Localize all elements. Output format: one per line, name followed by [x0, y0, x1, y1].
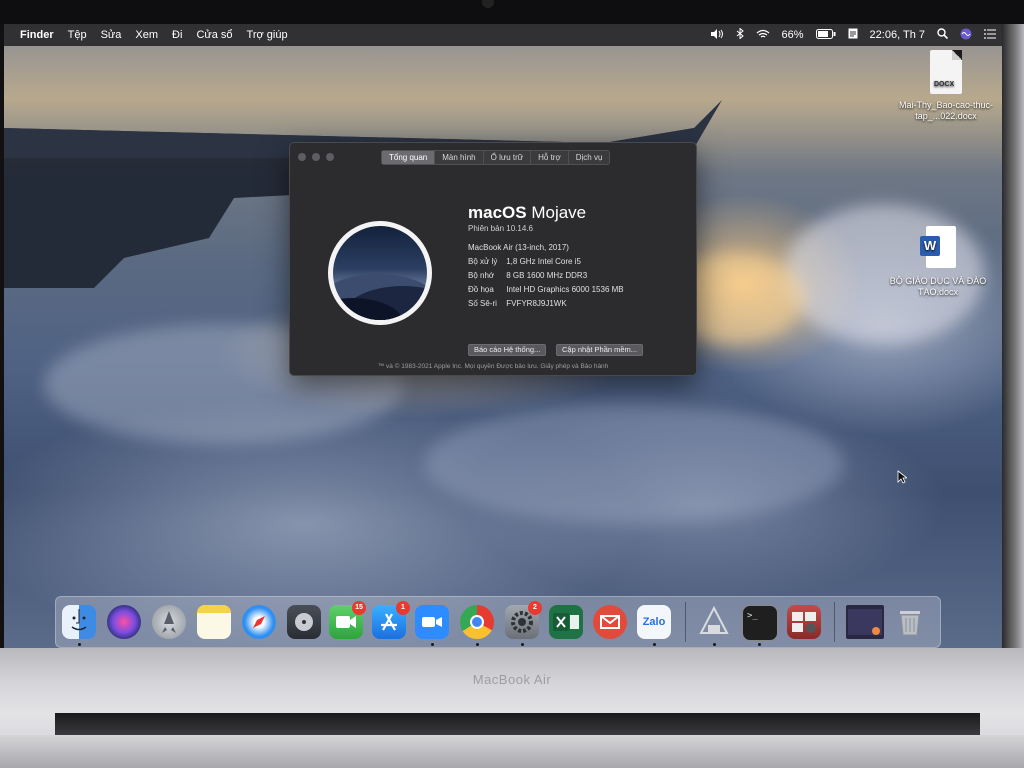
running-indicator-network-utility	[713, 643, 716, 646]
desktop-file-docx[interactable]: DOCX Mai-Thy_Bao-cao-thuc-tap_...022.doc…	[896, 50, 996, 122]
word-document-icon: W	[920, 226, 956, 270]
window-preview-icon[interactable]	[846, 605, 884, 639]
terminal-prompt: >_	[747, 611, 758, 621]
tab-storage[interactable]: Ổ lưu trữ	[484, 151, 532, 164]
menu-edit[interactable]: Sửa	[101, 29, 122, 41]
spec-key: Số Sê-ri	[468, 299, 497, 308]
running-indicator-finder	[78, 643, 81, 646]
menu-help[interactable]: Trợ giúp	[247, 29, 288, 41]
siri-icon[interactable]	[107, 605, 141, 639]
notes-icon[interactable]	[197, 605, 231, 639]
about-this-mac-window: Tổng quan Màn hình Ổ lưu trữ Hỗ trợ Dịch…	[289, 142, 697, 376]
os-name-light: Mojave	[531, 203, 587, 222]
zalo-icon[interactable]: Zalo	[637, 605, 671, 639]
os-name-bold: macOS	[468, 203, 527, 222]
tab-support[interactable]: Hỗ trợ	[531, 151, 569, 164]
wifi-icon[interactable]	[756, 29, 770, 42]
spec-serial: Số Sê-ri FVFYR8J9J1WK	[468, 299, 567, 308]
dock-separator	[685, 602, 686, 642]
wallpaper-cloud	[424, 404, 844, 524]
model-name: MacBook Air (13-inch, 2017)	[468, 243, 569, 252]
zoom-button[interactable]	[326, 153, 334, 161]
spec-value: 1,8 GHz Intel Core i5	[506, 257, 581, 266]
mouse-cursor	[897, 470, 907, 484]
menubar-clock[interactable]: 22:06, Th 7	[870, 29, 925, 41]
laptop-top-bezel	[0, 0, 1024, 24]
tab-service[interactable]: Dịch vụ	[569, 151, 610, 164]
system-preferences-badge: 2	[528, 601, 542, 615]
menu-app-name[interactable]: Finder	[20, 29, 54, 41]
tab-overview[interactable]: Tổng quan	[382, 151, 436, 164]
spec-value: Intel HD Graphics 6000 1536 MB	[506, 285, 624, 294]
desktop-screen: Finder Tệp Sửa Xem Đi Cửa sổ Trợ giúp 66…	[4, 24, 1002, 648]
search-icon[interactable]	[937, 28, 949, 42]
camera	[482, 0, 494, 8]
spec-processor: Bộ xử lý 1,8 GHz Intel Core i5	[468, 257, 581, 266]
menu-file[interactable]: Tệp	[68, 29, 87, 41]
battery-icon[interactable]	[815, 28, 836, 42]
launchpad-icon[interactable]	[152, 605, 186, 639]
menu-view[interactable]: Xem	[135, 29, 158, 41]
spec-key: Đồ họa	[468, 285, 494, 294]
spec-value: 8 GB 1600 MHz DDR3	[506, 271, 588, 280]
os-title: macOS Mojave	[468, 203, 586, 223]
laptop-right-edge	[1002, 24, 1024, 654]
close-button[interactable]	[298, 153, 306, 161]
minimize-button[interactable]	[312, 153, 320, 161]
bluetooth-icon[interactable]	[736, 27, 744, 42]
trash-icon[interactable]	[893, 605, 927, 639]
software-update-button[interactable]: Cập nhật Phần mềm...	[556, 344, 644, 356]
spec-graphics: Đồ họa Intel HD Graphics 6000 1536 MB	[468, 285, 624, 294]
volume-icon[interactable]	[710, 28, 724, 42]
notes-icon[interactable]	[848, 28, 858, 42]
running-indicator-system-preferences	[521, 643, 524, 646]
network-utility-icon[interactable]	[697, 605, 731, 639]
running-indicator-zoom	[431, 643, 434, 646]
finder-icon[interactable]	[62, 605, 96, 639]
siri-icon[interactable]	[960, 28, 972, 43]
chrome-icon[interactable]	[460, 605, 494, 639]
window-controls	[298, 153, 334, 161]
excel-icon[interactable]	[549, 605, 583, 639]
spec-key: Bộ xử lý	[468, 257, 498, 266]
running-indicator-terminal	[758, 643, 761, 646]
tab-displays[interactable]: Màn hình	[435, 151, 484, 164]
facetime-badge: 15	[352, 601, 366, 615]
docx-file-icon: DOCX	[930, 50, 962, 94]
tab-bar: Tổng quan Màn hình Ổ lưu trữ Hỗ trợ Dịch…	[381, 150, 611, 165]
system-report-button[interactable]: Báo cáo Hệ thống...	[468, 344, 547, 356]
menu-window[interactable]: Cửa sổ	[196, 29, 232, 41]
notification-center-icon[interactable]	[984, 28, 996, 42]
battery-percent[interactable]: 66%	[782, 29, 804, 41]
spec-memory: Bộ nhớ 8 GB 1600 MHz DDR3	[468, 271, 587, 280]
desktop-file-word[interactable]: W BỘ GIÁO DỤC VÀ ĐÀO TẠO.docx	[888, 226, 988, 298]
terminal-icon[interactable]: >_	[742, 605, 778, 641]
laptop-hinge	[55, 713, 980, 735]
macos-mojave-logo	[328, 221, 432, 325]
zoom-icon[interactable]	[415, 605, 449, 639]
running-indicator-chrome	[476, 643, 479, 646]
safari-icon[interactable]	[242, 605, 276, 639]
menu-bar: Finder Tệp Sửa Xem Đi Cửa sổ Trợ giúp 66…	[4, 24, 1002, 46]
dock-separator	[834, 602, 835, 642]
desktop-file-label: BỘ GIÁO DỤC VÀ ĐÀO TẠO.docx	[889, 276, 987, 297]
status-area: 66% 22:06, Th 7	[710, 24, 996, 46]
app-store-badge: 1	[396, 601, 410, 615]
photo-booth-icon[interactable]	[787, 605, 821, 639]
desktop-file-label: Mai-Thy_Bao-cao-thuc-tap_...022.docx	[898, 100, 994, 121]
spec-key: Bộ nhớ	[468, 271, 495, 280]
laptop-base	[0, 735, 1024, 768]
laptop-brand-label: MacBook Air	[472, 672, 552, 687]
os-version: Phiên bản 10.14.6	[468, 224, 533, 233]
spec-value: FVFYR8J9J1WK	[506, 299, 567, 308]
copyright-text: ™ và © 1983-2021 Apple Inc. Mọi quyền Đư…	[377, 363, 609, 370]
menu-go[interactable]: Đi	[172, 29, 182, 41]
disk-utility-icon[interactable]	[287, 605, 321, 639]
zalo-label: Zalo	[642, 616, 666, 628]
running-indicator-zalo	[653, 643, 656, 646]
mail-icon[interactable]	[593, 605, 627, 639]
